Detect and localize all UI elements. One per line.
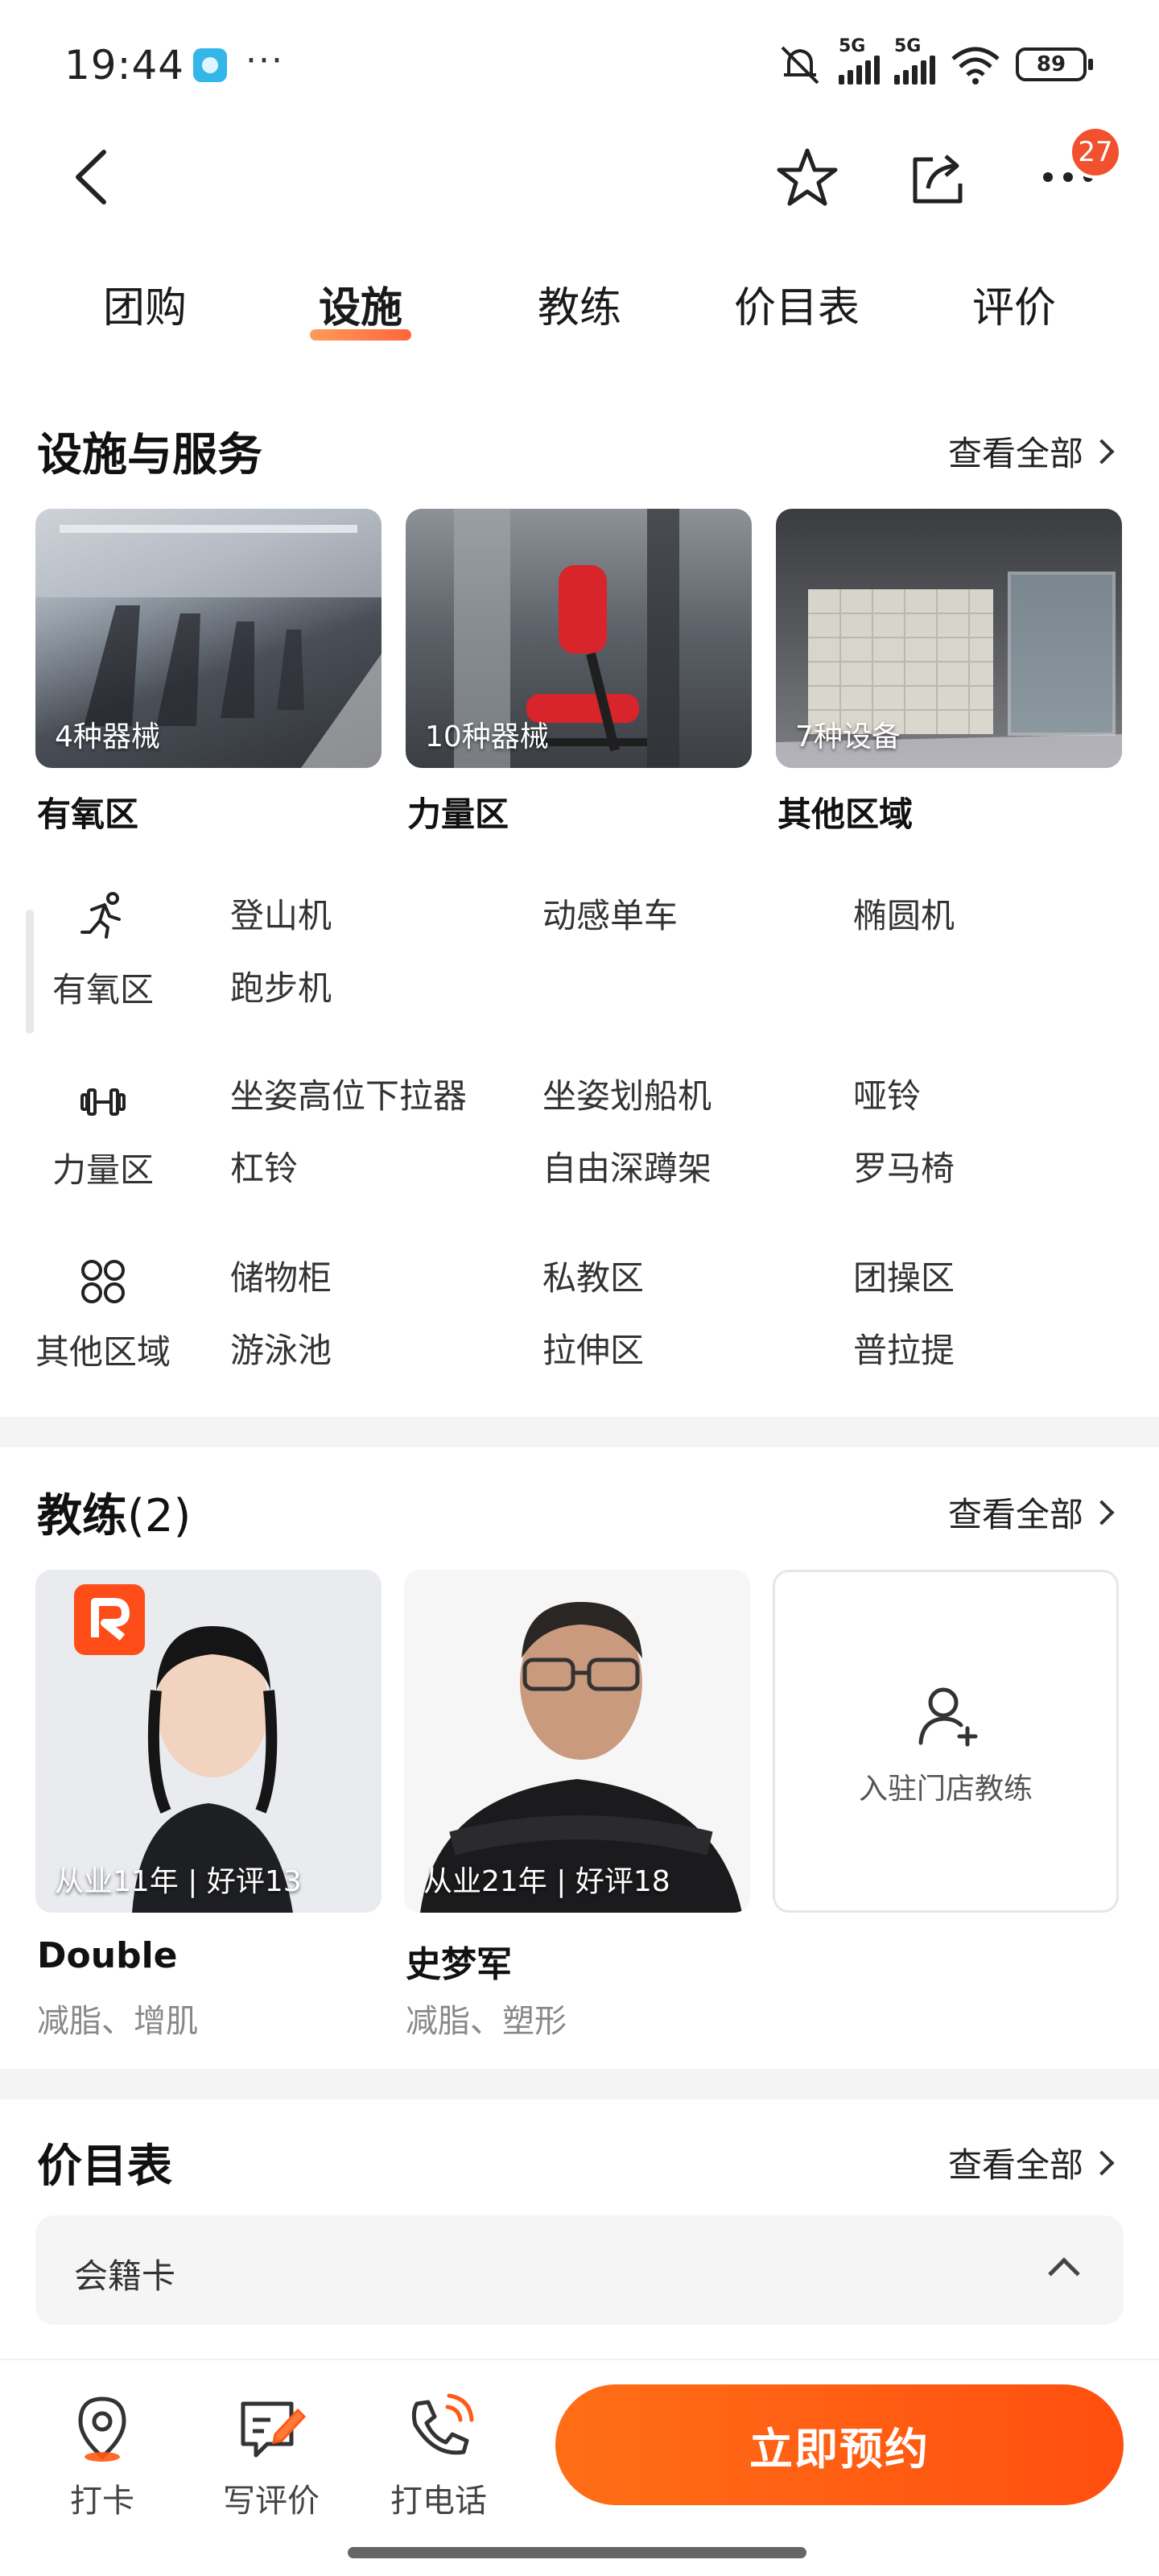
coaches-see-all[interactable]: 查看全部 [948, 1488, 1115, 1537]
running-icon [80, 892, 121, 939]
facility-item: 团操区 [853, 1258, 955, 1298]
tab-group-buy[interactable]: 团购 [103, 274, 187, 334]
tab-facilities[interactable]: 设施 [309, 274, 411, 341]
back-button[interactable] [47, 129, 135, 225]
battery-indicator: 89 [1016, 47, 1093, 81]
facility-card-strength[interactable]: 10种器械 [406, 509, 752, 768]
coach-name: 史梦军 [406, 1944, 512, 1985]
section-divider [0, 1417, 1159, 1447]
facility-item: 罗马椅 [853, 1149, 955, 1188]
chevron-up-icon [1048, 2257, 1080, 2289]
facility-row-label: 其他区域 [35, 1332, 171, 1372]
coach-tags: 减脂、塑形 [406, 2003, 567, 2040]
section-divider [0, 2069, 1159, 2099]
status-indicators: 5G 5G 89 [776, 36, 1093, 89]
facility-item: 动感单车 [542, 896, 678, 935]
status-bar: 19:44 ··· 5G 5G 89 [0, 0, 1159, 129]
price-list-see-all[interactable]: 查看全部 [948, 2138, 1115, 2187]
section-tabs: 团购 设施 教练 价目表 评价 [0, 274, 1159, 362]
facility-card-title: 有氧区 [37, 795, 139, 834]
checkin-label: 打卡 [70, 2483, 134, 2520]
facility-item: 坐姿划船机 [542, 1076, 712, 1116]
facility-row-label: 有氧区 [52, 970, 154, 1009]
tab-reviews[interactable]: 评价 [972, 274, 1056, 334]
logo-r-icon [91, 1598, 130, 1641]
dumbbell-icon [80, 1088, 126, 1116]
join-coach-label: 入驻门店教练 [858, 1773, 1033, 1806]
chevron-right-icon [1089, 1499, 1115, 1525]
facility-item: 游泳池 [230, 1331, 332, 1370]
status-time: 19:44 [64, 42, 185, 89]
coach-stat: 从业21年 | 好评18 [423, 1865, 670, 1898]
add-person-icon [918, 1687, 978, 1747]
facility-count: 4种器械 [55, 720, 160, 753]
chevron-left-icon [76, 150, 106, 204]
facility-item: 坐姿高位下拉器 [230, 1076, 468, 1116]
book-now-button[interactable]: 立即预约 [555, 2384, 1124, 2505]
app-notification-icon [193, 48, 227, 82]
phone-icon [411, 2393, 474, 2455]
more-notifications-icon: ··· [245, 40, 284, 81]
facility-count: 10种器械 [425, 720, 549, 753]
more-button[interactable]: 27 [1024, 126, 1122, 225]
wifi-icon [951, 47, 1000, 85]
chevron-right-icon [1089, 2149, 1115, 2176]
price-category-toggle[interactable]: 会籍卡 [35, 2215, 1124, 2325]
share-icon [913, 155, 963, 204]
price-list-title: 价目表 [37, 2140, 172, 2193]
home-indicator[interactable] [348, 2547, 806, 2558]
coaches-count: (2) [127, 1490, 192, 1542]
signal-5g-icon: 5G [839, 36, 880, 85]
facilities-title: 设施与服务 [37, 429, 262, 481]
facility-row-label: 力量区 [52, 1150, 154, 1190]
coach-card[interactable]: 从业11年 | 好评13 [35, 1570, 382, 1913]
bottom-action-bar: 打卡 写评价 打电话 立即预约 [0, 2359, 1159, 2576]
facility-card-title: 力量区 [407, 795, 509, 834]
coaches-title: 教练(2) [37, 1490, 192, 1542]
share-button[interactable] [893, 129, 982, 225]
coach-stat: 从业11年 | 好评13 [55, 1865, 302, 1898]
chevron-right-icon [1089, 438, 1115, 464]
signal-5g-icon-2: 5G [894, 36, 935, 85]
facility-item: 哑铃 [853, 1076, 922, 1116]
facility-item: 储物柜 [230, 1258, 332, 1298]
coach-card[interactable]: 从业21年 | 好评18 [404, 1570, 750, 1913]
facility-item: 跑步机 [230, 968, 332, 1008]
facility-item: 拉伸区 [542, 1331, 645, 1370]
facility-count: 7种设备 [795, 720, 901, 753]
facility-item: 普拉提 [853, 1331, 955, 1370]
tab-price-list[interactable]: 价目表 [734, 274, 860, 334]
facility-item: 登山机 [230, 896, 332, 935]
active-tab-indicator [309, 329, 411, 341]
favorite-button[interactable] [763, 129, 852, 225]
coach-name: Double [37, 1935, 178, 1976]
facilities-see-all[interactable]: 查看全部 [948, 427, 1115, 476]
edit-review-icon [241, 2401, 307, 2458]
grid-icon [81, 1260, 125, 1303]
tab-coaches[interactable]: 教练 [538, 274, 621, 334]
facility-card-other[interactable]: 7种设备 [776, 509, 1122, 768]
checkin-button[interactable]: 打卡 [42, 2392, 163, 2521]
write-review-button[interactable]: 写评价 [211, 2392, 332, 2521]
call-button[interactable]: 打电话 [378, 2392, 499, 2521]
price-category-label: 会籍卡 [74, 2256, 176, 2296]
call-label: 打电话 [390, 2483, 487, 2520]
star-icon [777, 148, 838, 206]
facility-item: 椭圆机 [853, 896, 955, 935]
facility-card-title: 其他区域 [777, 795, 914, 834]
coach-tags: 减脂、增肌 [37, 2003, 198, 2040]
location-pin-icon [78, 2396, 126, 2462]
mute-icon [781, 46, 819, 85]
notification-badge: 27 [1069, 126, 1122, 179]
facility-item: 自由深蹲架 [542, 1149, 712, 1188]
facility-item: 私教区 [542, 1258, 645, 1298]
facility-item: 杠铃 [230, 1149, 299, 1188]
top-nav: 27 [0, 126, 1159, 225]
brand-logo [74, 1584, 145, 1655]
join-coach-card[interactable]: 入驻门店教练 [773, 1570, 1119, 1913]
facility-card-cardio[interactable]: 4种器械 [35, 509, 382, 768]
write-review-label: 写评价 [223, 2483, 320, 2520]
